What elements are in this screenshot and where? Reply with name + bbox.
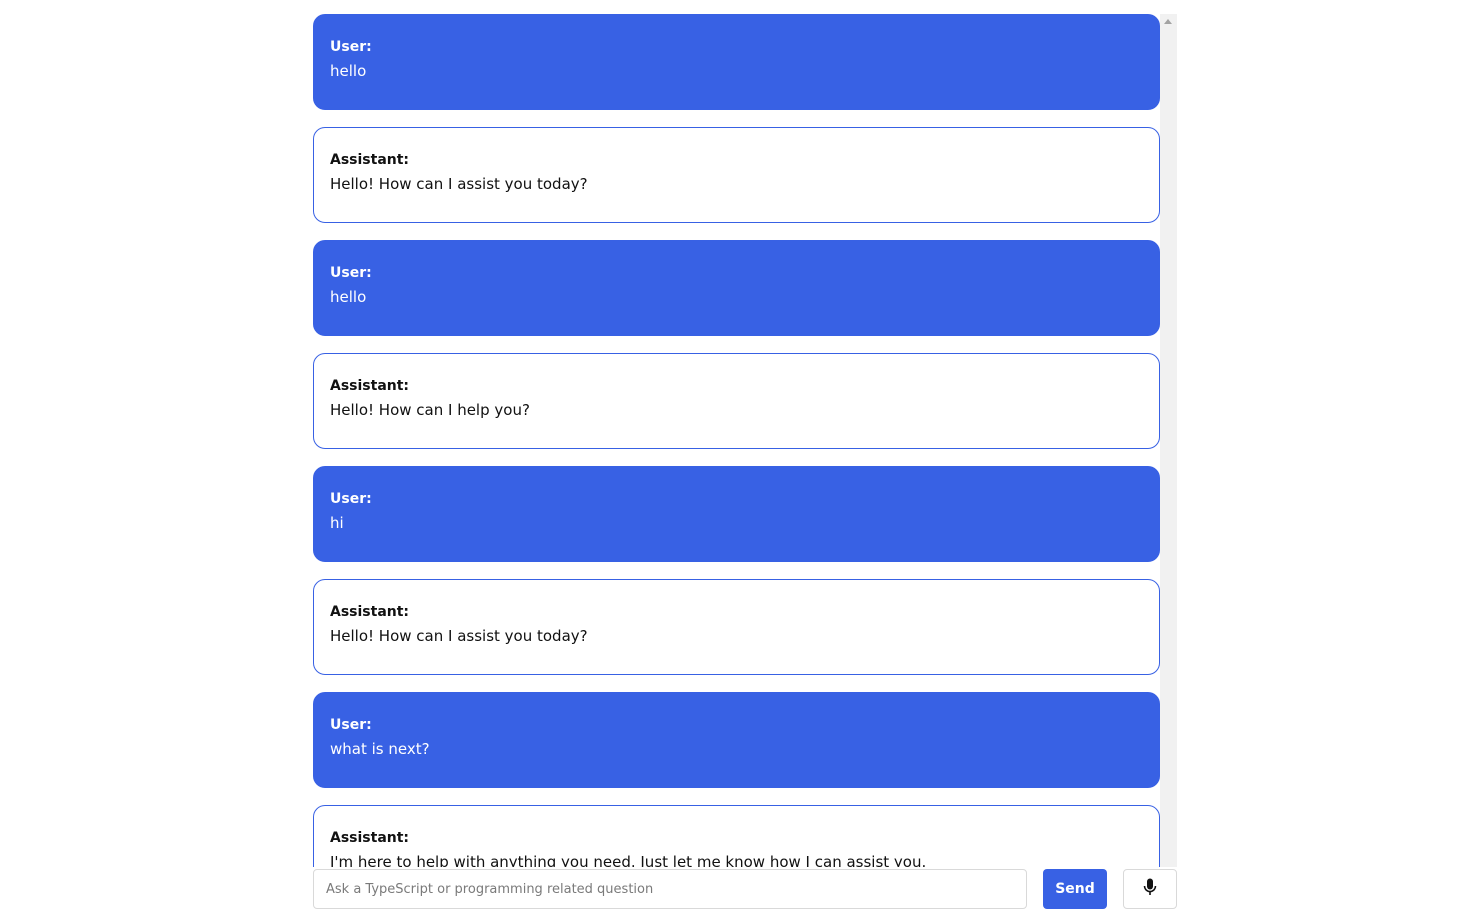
message-role-label: Assistant: <box>330 830 410 846</box>
message-text: I'm here to help with anything you need.… <box>330 853 927 867</box>
message-role-label: Assistant: <box>330 152 410 168</box>
message-list: User: hello Assistant: Hello! How can I … <box>313 14 1160 867</box>
assistant-message: Assistant: Hello! How can I help you? <box>313 353 1160 449</box>
message-role-label: User: <box>330 717 372 733</box>
chat-history[interactable]: User: hello Assistant: Hello! How can I … <box>313 14 1177 867</box>
message-text: what is next? <box>330 740 430 758</box>
scroll-up-arrow-icon[interactable] <box>1164 19 1172 24</box>
assistant-message: Assistant: Hello! How can I assist you t… <box>313 127 1160 223</box>
question-input[interactable] <box>313 869 1027 909</box>
message-text: hello <box>330 62 367 80</box>
message-role-label: User: <box>330 39 372 55</box>
message-text: hello <box>330 288 367 306</box>
message-role-label: Assistant: <box>330 604 410 620</box>
user-message: User: hello <box>313 14 1160 110</box>
message-role-label: User: <box>330 265 372 281</box>
microphone-button[interactable] <box>1123 869 1177 909</box>
message-text: Hello! How can I assist you today? <box>330 175 588 193</box>
microphone-icon <box>1143 878 1157 900</box>
user-message: User: hello <box>313 240 1160 336</box>
chat-scrollbar[interactable] <box>1160 14 1177 867</box>
message-role-label: Assistant: <box>330 378 410 394</box>
assistant-message: Assistant: Hello! How can I assist you t… <box>313 579 1160 675</box>
composer: Send <box>313 869 1177 909</box>
message-text: Hello! How can I assist you today? <box>330 627 588 645</box>
user-message: User: what is next? <box>313 692 1160 788</box>
chat-app: User: hello Assistant: Hello! How can I … <box>313 14 1177 918</box>
send-button[interactable]: Send <box>1043 869 1107 909</box>
user-message: User: hi <box>313 466 1160 562</box>
message-text: hi <box>330 514 344 532</box>
message-text: Hello! How can I help you? <box>330 401 530 419</box>
assistant-message: Assistant: I'm here to help with anythin… <box>313 805 1160 867</box>
message-role-label: User: <box>330 491 372 507</box>
